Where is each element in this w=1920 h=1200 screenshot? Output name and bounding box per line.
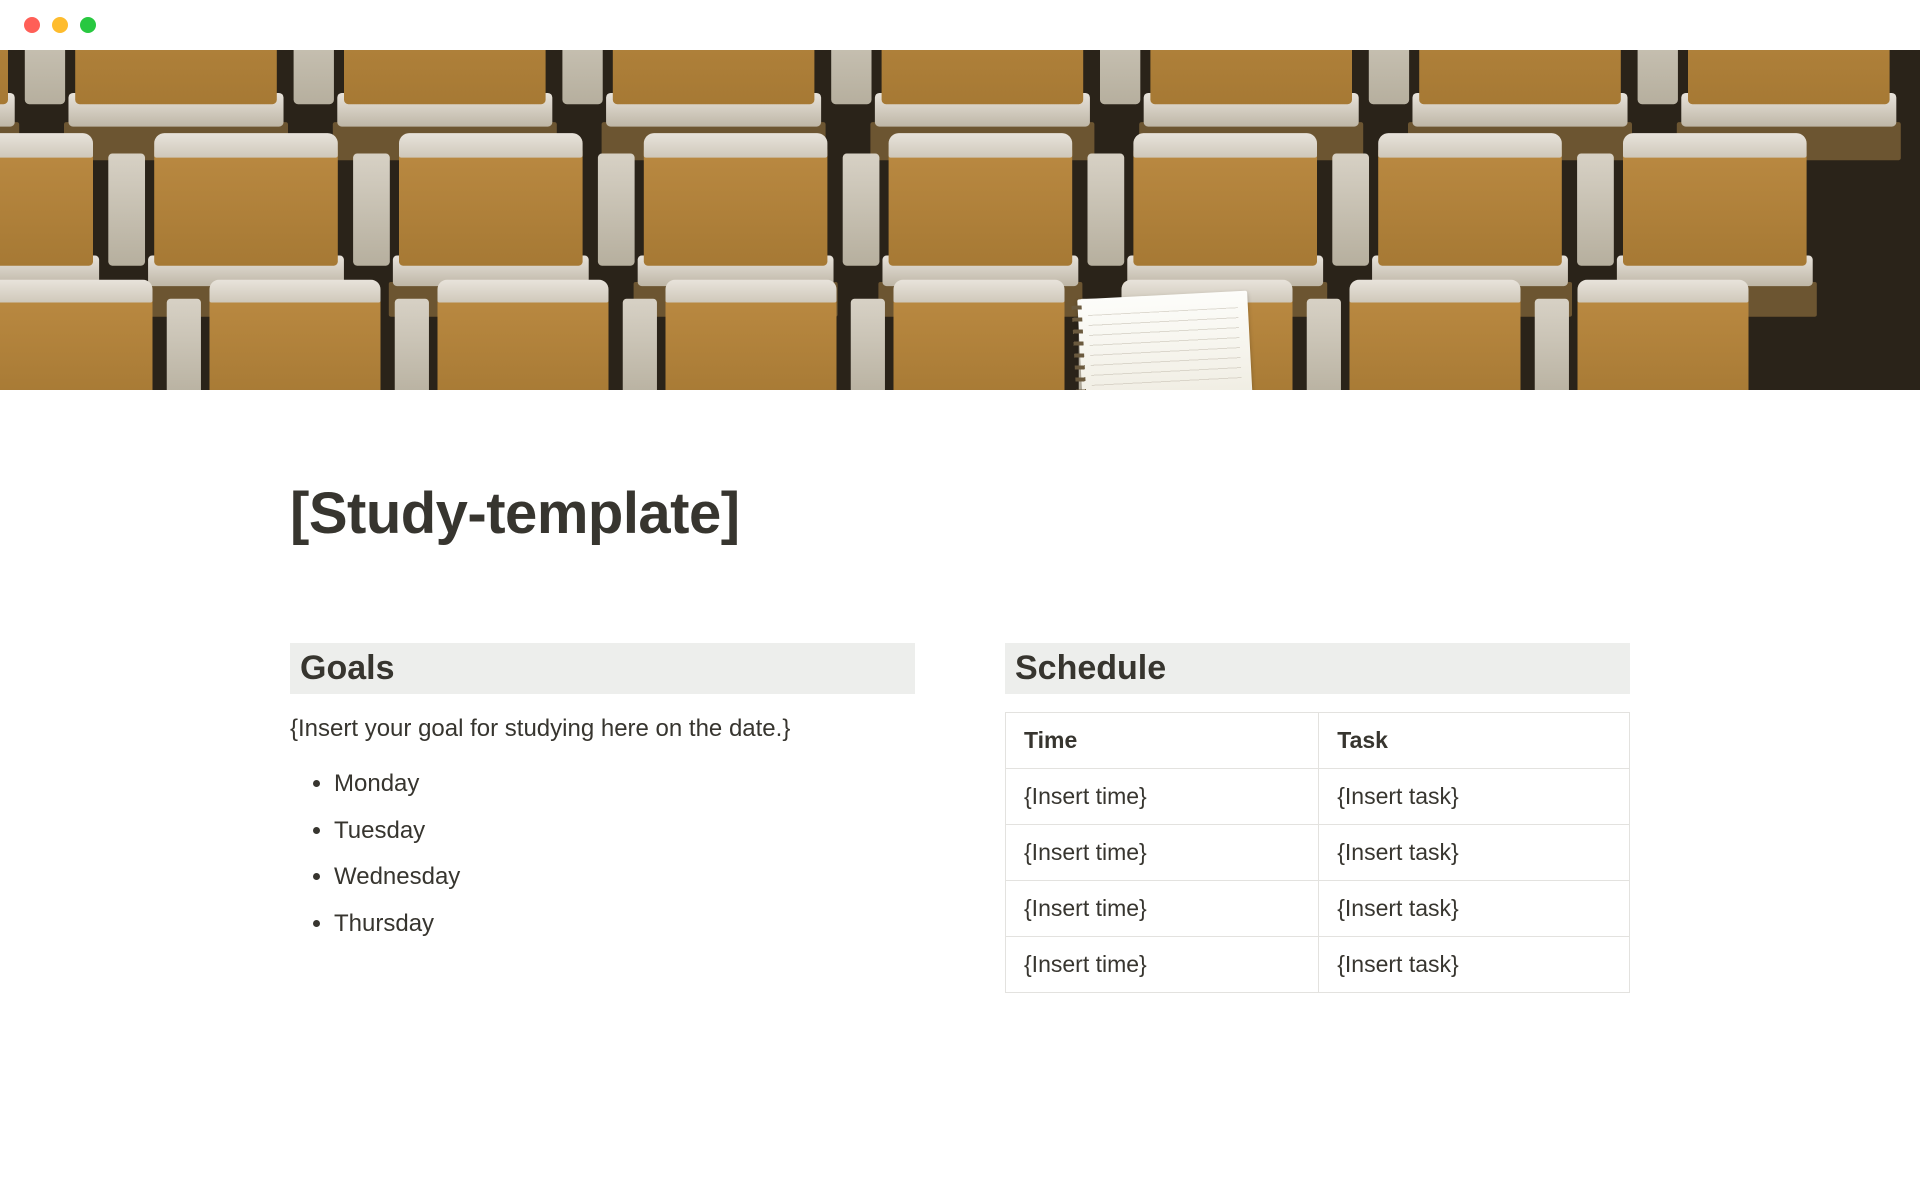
page-title[interactable]: [Study-template] — [290, 480, 1630, 547]
cell-time[interactable]: {Insert time} — [1006, 769, 1319, 825]
cell-task[interactable]: {Insert task} — [1319, 769, 1630, 825]
window-titlebar — [0, 0, 1920, 50]
column-header-time[interactable]: Time — [1006, 713, 1319, 769]
goals-heading[interactable]: Goals — [290, 643, 915, 694]
schedule-table: Time Task {Insert time} {Insert task} {I… — [1005, 712, 1630, 993]
cell-task[interactable]: {Insert task} — [1319, 825, 1630, 881]
cell-time[interactable]: {Insert time} — [1006, 881, 1319, 937]
notebook-icon — [1077, 291, 1253, 390]
minimize-icon[interactable] — [52, 17, 68, 33]
goals-column: Goals {Insert your goal for studying her… — [290, 643, 915, 993]
list-item[interactable]: Thursday — [334, 901, 915, 948]
list-item[interactable]: Tuesday — [334, 808, 915, 855]
goals-day-list: Monday Tuesday Wednesday Thursday — [334, 761, 915, 948]
table-header-row: Time Task — [1006, 713, 1630, 769]
table-row: {Insert time} {Insert task} — [1006, 769, 1630, 825]
list-item[interactable]: Wednesday — [334, 854, 915, 901]
cell-time[interactable]: {Insert time} — [1006, 825, 1319, 881]
table-row: {Insert time} {Insert task} — [1006, 825, 1630, 881]
schedule-column: Schedule Time Task {Insert time} {Insert… — [1005, 643, 1630, 993]
table-row: {Insert time} {Insert task} — [1006, 937, 1630, 993]
cell-task[interactable]: {Insert task} — [1319, 937, 1630, 993]
close-icon[interactable] — [24, 17, 40, 33]
goals-description[interactable]: {Insert your goal for studying here on t… — [290, 712, 915, 747]
table-row: {Insert time} {Insert task} — [1006, 881, 1630, 937]
list-item[interactable]: Monday — [334, 761, 915, 808]
cell-task[interactable]: {Insert task} — [1319, 881, 1630, 937]
schedule-heading[interactable]: Schedule — [1005, 643, 1630, 694]
column-header-task[interactable]: Task — [1319, 713, 1630, 769]
fullscreen-icon[interactable] — [80, 17, 96, 33]
cover-image[interactable] — [0, 50, 1920, 390]
cell-time[interactable]: {Insert time} — [1006, 937, 1319, 993]
